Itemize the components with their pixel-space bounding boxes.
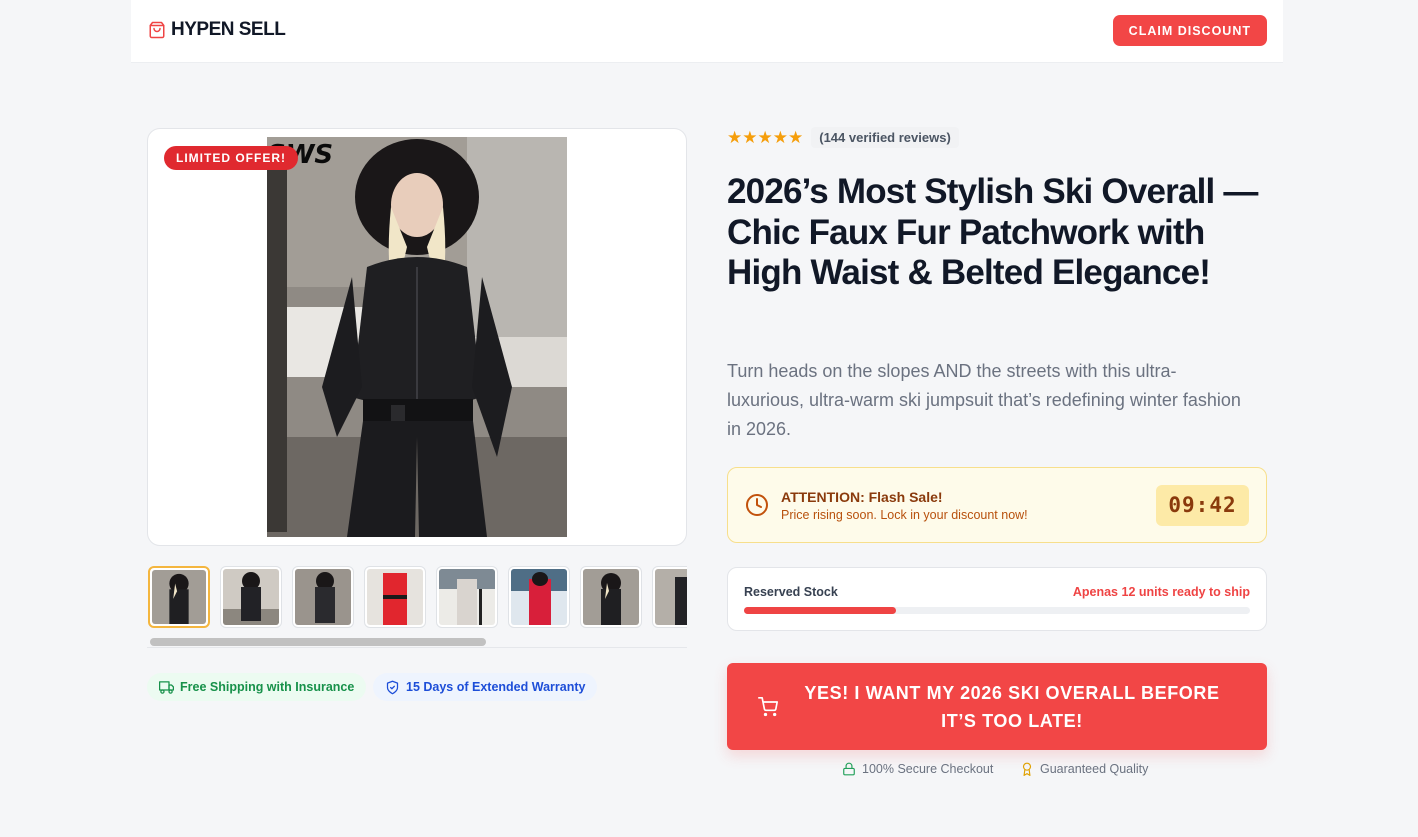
guaranteed-quality-badge: Guaranteed Quality	[1020, 762, 1148, 776]
warranty-label: 15 Days of Extended Warranty	[406, 680, 586, 694]
scrollbar-thumb[interactable]	[150, 638, 486, 646]
buy-now-button[interactable]: YES! I WANT MY 2026 SKI OVERALL BEFORE I…	[727, 663, 1267, 750]
thumbnail-scrollbar[interactable]	[147, 636, 687, 648]
thumbnail-8[interactable]	[652, 566, 687, 628]
stock-progress-bar	[744, 607, 1250, 614]
thumbnail-image	[511, 569, 567, 625]
claim-discount-button[interactable]: CLAIM DISCOUNT	[1112, 15, 1267, 46]
thumbnail-6[interactable]	[508, 566, 570, 628]
countdown-timer: 09:42	[1156, 485, 1249, 526]
thumbnail-3[interactable]	[292, 566, 354, 628]
star-rating: ★ ★ ★ ★ ★	[727, 128, 803, 148]
product-description: Turn heads on the slopes AND the streets…	[727, 361, 1241, 439]
guaranteed-quality-label: Guaranteed Quality	[1040, 762, 1149, 776]
brand-name: HYPEN SELL	[171, 19, 286, 40]
thumbnail-2[interactable]	[220, 566, 282, 628]
shield-check-icon	[386, 680, 399, 694]
thumbnail-image	[367, 569, 423, 625]
award-icon	[1022, 762, 1032, 776]
stock-status: Apenas 12 units ready to ship	[1072, 585, 1250, 599]
shopping-bag-icon	[149, 21, 165, 39]
truck-icon	[159, 680, 174, 694]
thumbnail-5[interactable]	[436, 566, 498, 628]
thumbnail-image	[583, 569, 639, 625]
thumbnail-strip	[147, 566, 687, 630]
brand-logo[interactable]: HYPEN SELL	[148, 19, 286, 41]
star-icon: ★	[742, 127, 758, 148]
thumbnail-4[interactable]	[364, 566, 426, 628]
secure-checkout-label: 100% Secure Checkout	[862, 762, 994, 776]
flash-sale-title: ATTENTION: Flash Sale!	[781, 489, 943, 505]
cart-icon	[758, 697, 778, 717]
thumbnail-7[interactable]	[580, 566, 642, 628]
thumbnail-image	[295, 569, 351, 625]
star-icon: ★	[772, 127, 788, 148]
thumbnail-image	[439, 569, 495, 625]
star-icon: ★	[757, 127, 773, 148]
star-icon: ★	[788, 127, 804, 148]
main-product-photo[interactable]: SWS	[267, 137, 567, 537]
thumbnail-image	[655, 569, 687, 625]
review-count[interactable]: (144 verified reviews)	[811, 127, 959, 148]
lock-icon	[843, 762, 855, 776]
secure-checkout-badge: 100% Secure Checkout	[842, 762, 993, 776]
reserved-stock-panel: Reserved Stock Apenas 12 units ready to …	[727, 567, 1267, 631]
warranty-pill: 15 Days of Extended Warranty	[373, 673, 598, 701]
top-navbar: HYPEN SELL CLAIM DISCOUNT	[131, 0, 1283, 63]
flash-sale-subtitle: Price rising soon. Lock in your discount…	[781, 508, 1028, 522]
limited-offer-badge: LIMITED OFFER!	[164, 146, 298, 170]
stock-progress-fill	[744, 607, 896, 614]
star-icon: ★	[727, 127, 743, 148]
flash-sale-banner: ATTENTION: Flash Sale! Price rising soon…	[727, 467, 1267, 543]
free-shipping-label: Free Shipping with Insurance	[180, 680, 355, 694]
product-image-card: SWS LIMITED OFFER!	[147, 128, 687, 546]
free-shipping-pill: Free Shipping with Insurance	[147, 673, 367, 701]
clock-icon	[746, 494, 768, 516]
thumbnail-1[interactable]	[148, 566, 210, 628]
product-title: 2026’s Most Stylish Ski Overall — Chic F…	[727, 172, 1258, 292]
thumbnail-image	[223, 569, 279, 625]
stock-label: Reserved Stock	[744, 585, 838, 599]
product-photo-image: SWS	[267, 137, 567, 537]
buy-now-label: YES! I WANT MY 2026 SKI OVERALL BEFORE I…	[804, 683, 1220, 731]
thumbnail-image	[152, 570, 206, 624]
product-rating: ★ ★ ★ ★ ★ (144 verified reviews)	[727, 127, 959, 148]
